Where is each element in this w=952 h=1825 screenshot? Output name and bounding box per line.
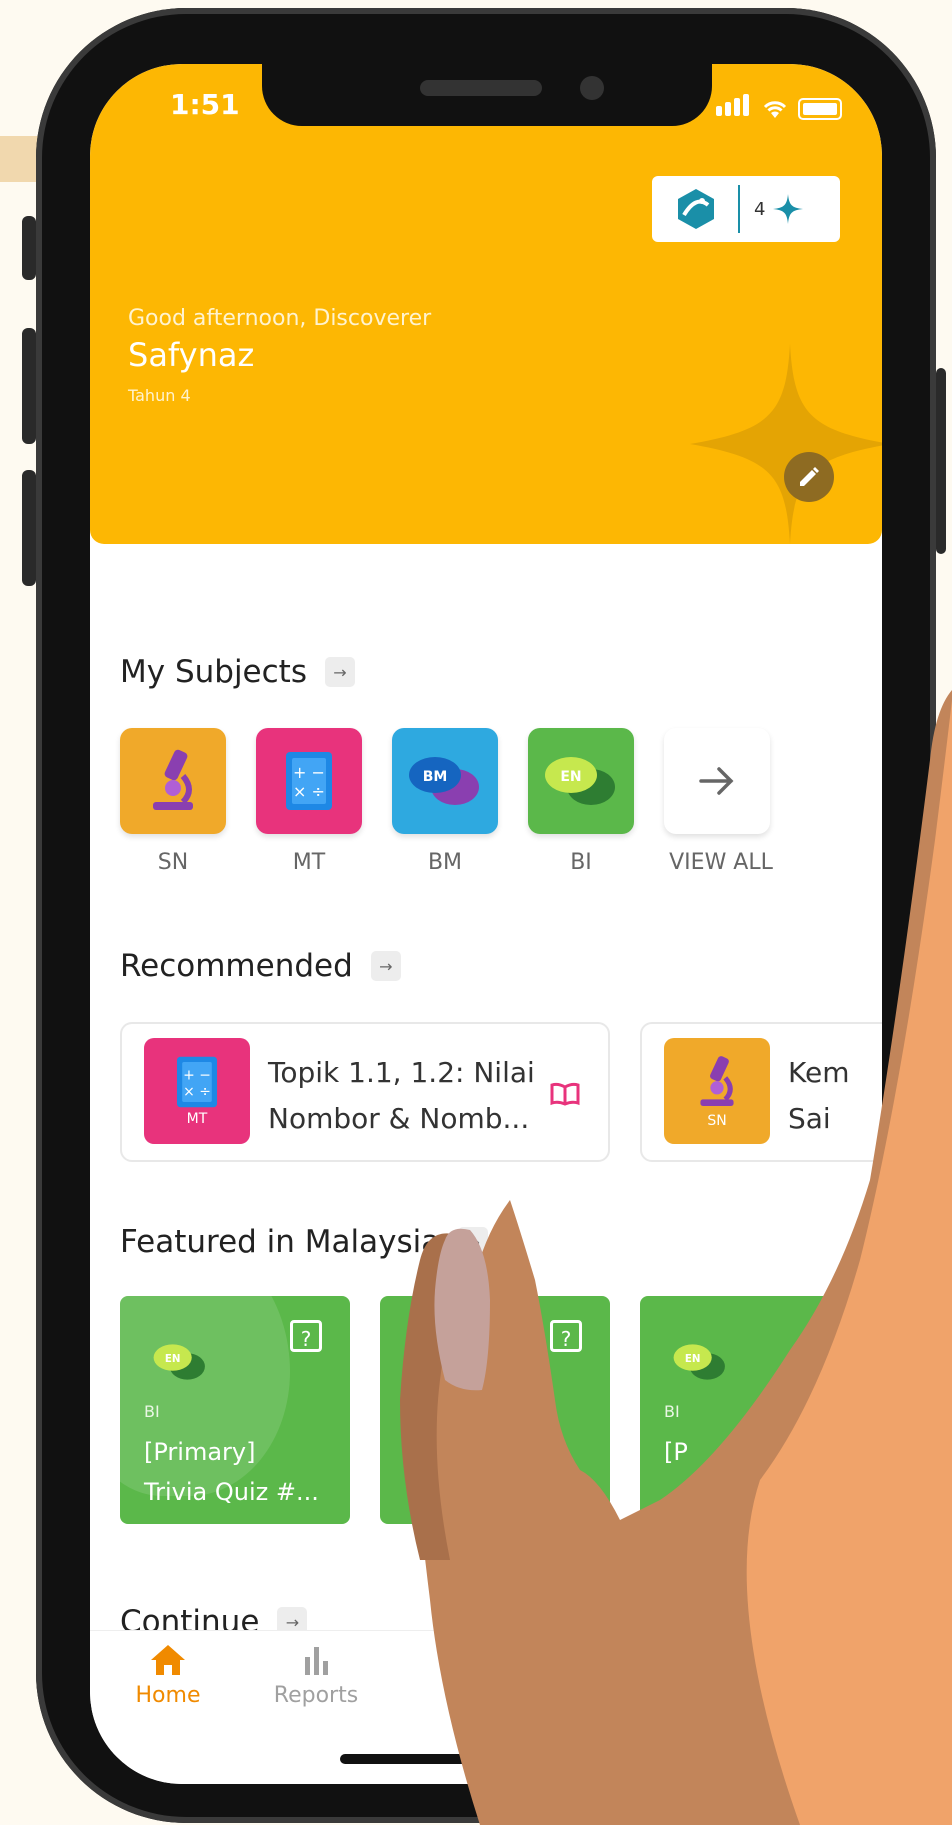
subject-mt-label: MT (292, 850, 326, 875)
power-button (936, 368, 946, 554)
greeting-text: Good afternoon, Discoverer (128, 306, 432, 331)
recommended-card[interactable]: SN Kem Sai (640, 1022, 882, 1162)
subject-bm-button[interactable]: BM (392, 728, 498, 834)
subject-sn-label: SN (157, 850, 189, 875)
chat-bubble-en-icon: EN (673, 1344, 725, 1380)
pencil-icon (800, 467, 819, 486)
subject-bi-button[interactable]: EN (528, 728, 634, 834)
recommended-header[interactable]: Recommended → (120, 948, 401, 984)
subject-sn-button[interactable] (120, 728, 226, 834)
my-subjects-title: My Subjects (120, 654, 307, 690)
points-divider (738, 185, 740, 233)
svg-text:EN: EN (685, 1353, 701, 1365)
nav-home[interactable]: Home (108, 1643, 228, 1708)
front-camera (580, 76, 604, 100)
home-indicator (340, 1754, 640, 1764)
username: Safynaz (128, 336, 255, 374)
recommended-title-text: Kem Sai (788, 1056, 850, 1135)
featured-quiz-card[interactable]: EN BI [P (640, 1296, 870, 1524)
status-icons (716, 94, 842, 120)
sparkle-icon (773, 194, 804, 224)
points-badge[interactable]: 4 (652, 176, 840, 242)
arrow-right-icon (699, 767, 734, 795)
profile-header: 1:51 4 Good afternoon, Discoverer Safyna… (90, 64, 882, 544)
featured-subject: BI (144, 1402, 160, 1421)
phone-notch (262, 64, 712, 126)
microscope-icon (153, 749, 193, 810)
bar-chart-icon (305, 1647, 328, 1675)
nav-home-label: Home (135, 1683, 201, 1708)
featured-card-title: [Primary] Trivia Quiz #... (144, 1438, 319, 1506)
subject-tag: MT (186, 1111, 208, 1127)
chat-bubble-en-icon: EN (545, 757, 615, 805)
chat-bubble-bm-icon: BM (409, 757, 479, 805)
home-icon (151, 1645, 185, 1675)
arrow-right-icon: → (458, 1227, 489, 1257)
featured-quiz-card[interactable]: ? EN BI (380, 1296, 610, 1524)
battery-icon (798, 98, 842, 120)
featured-subject: BI (664, 1402, 680, 1421)
svg-text:EN: EN (560, 769, 581, 785)
microscope-icon: SN (664, 1038, 770, 1144)
calculator-icon: + − × ÷ (286, 752, 332, 810)
nav-reports[interactable]: Reports (256, 1643, 376, 1708)
featured-title: Featured in Malaysia (120, 1224, 441, 1260)
chat-bubble-en-icon: EN (413, 1344, 465, 1380)
arrow-right-icon: → (324, 657, 355, 687)
mute-switch (22, 216, 36, 280)
speaker-grille (420, 80, 542, 96)
book-icon (550, 1082, 580, 1106)
view-all-subjects-button[interactable] (664, 728, 770, 834)
view-all-label: VIEW ALL (669, 850, 773, 875)
quiz-icon: ? (550, 1320, 582, 1352)
svg-text:× ÷: × ÷ (183, 1084, 211, 1100)
wifi-icon (763, 101, 787, 118)
app-logo-icon (678, 189, 714, 229)
status-time: 1:51 (170, 88, 240, 121)
points-count: 4 (754, 198, 766, 220)
featured-card-title: [P (664, 1438, 688, 1466)
quiz-icon: ? (290, 1320, 322, 1352)
subject-mt-button[interactable]: + − × ÷ (256, 728, 362, 834)
edit-profile-button[interactable] (784, 452, 834, 502)
svg-text:EN: EN (165, 1353, 181, 1365)
featured-subject: BI (404, 1402, 420, 1421)
my-subjects-header[interactable]: My Subjects → (120, 654, 355, 690)
signal-icon (716, 94, 752, 120)
featured-header[interactable]: Featured in Malaysia → (120, 1224, 489, 1260)
arrow-right-icon: → (370, 951, 401, 981)
recommended-title-text: Topik 1.1, 1.2: Nilai Nombor & Nomb... (268, 1056, 535, 1135)
svg-text:× ÷: × ÷ (293, 782, 325, 801)
svg-text:+ −: + − (183, 1067, 211, 1083)
app-screen: 1:51 4 Good afternoon, Discoverer Safyna… (90, 64, 882, 1784)
volume-down-button (22, 470, 36, 586)
volume-up-button (22, 328, 36, 444)
sparkle-decoration-icon (690, 344, 882, 544)
subject-bm-label: BM (427, 850, 463, 875)
nav-reports-label: Reports (273, 1683, 359, 1708)
svg-text:EN: EN (425, 1353, 441, 1365)
recommended-card[interactable]: + − × ÷ MT Topik 1.1, 1.2: Nilai Nombor … (120, 1022, 610, 1162)
recommended-title: Recommended (120, 948, 353, 984)
subject-bi-label: BI (570, 850, 592, 875)
svg-text:+ −: + − (293, 763, 325, 782)
chat-bubble-en-icon: EN (153, 1344, 205, 1380)
calculator-icon: + − × ÷ MT (144, 1038, 250, 1144)
svg-text:BM: BM (423, 769, 448, 785)
grade-level: Tahun 4 (128, 386, 191, 405)
subject-tag: SN (707, 1113, 727, 1129)
featured-quiz-card[interactable]: ? EN BI [Primary] Trivia Quiz #... (120, 1296, 350, 1524)
